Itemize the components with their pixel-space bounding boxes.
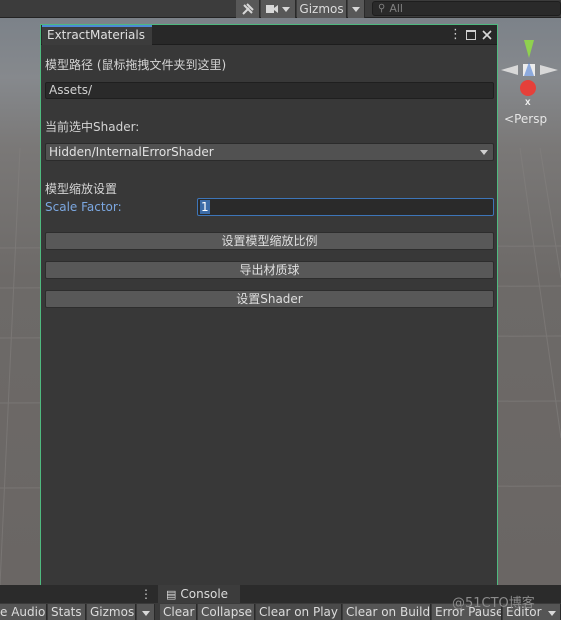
shader-value: Hidden/InternalErrorShader [49, 145, 214, 159]
projection-toggle[interactable]: <Persp [504, 112, 547, 126]
camera-icon [266, 5, 278, 13]
extract-materials-window: ExtractMaterials ⋮ 模型路径 (鼠标拖拽文件夹到这里) Ass… [40, 24, 498, 590]
console-icon: ▤ [166, 588, 177, 601]
y-axis-cone[interactable] [524, 40, 534, 58]
export-materials-button[interactable]: 导出材质球 [45, 261, 494, 279]
neg-x-axis-cone[interactable] [501, 65, 518, 75]
persp-icon: < [504, 112, 515, 126]
gizmos-button[interactable]: Gizmos [297, 0, 347, 18]
scale-factor-label: Scale Factor: [45, 200, 122, 214]
chevron-down-icon [480, 150, 488, 155]
search-input[interactable]: ⚲ All [372, 1, 561, 16]
mute-audio-button[interactable]: e Audio [0, 604, 47, 620]
stats-button[interactable]: Stats [48, 604, 86, 620]
game-gizmos-dropdown[interactable] [137, 604, 155, 620]
camera-dropdown[interactable] [261, 0, 296, 18]
scene-toolbar: Gizmos ⚲ All [0, 0, 561, 18]
scale-factor-value: 1 [200, 200, 210, 214]
persp-label: Persp [514, 112, 548, 126]
shader-label: 当前选中Shader: [45, 120, 140, 134]
x-axis-cone[interactable] [520, 80, 536, 96]
model-path-field[interactable]: Assets/ [45, 82, 494, 99]
console-tab-label: Console [180, 587, 229, 601]
clear-on-build-button[interactable]: Clear on Build [343, 604, 431, 620]
search-icon: ⚲ [378, 3, 386, 14]
search-placeholder: All [389, 2, 403, 15]
chevron-down-icon [282, 6, 290, 12]
watermark: @51CTO博客 [452, 596, 535, 611]
chevron-down-icon [352, 6, 360, 12]
close-icon[interactable] [481, 28, 493, 42]
more-options-icon[interactable]: ⋮ [140, 587, 152, 601]
model-path-label: 模型路径 (鼠标拖拽文件夹到这里) [45, 58, 227, 72]
tools-icon[interactable] [236, 0, 260, 18]
clear-on-play-button[interactable]: Clear on Play [256, 604, 342, 620]
more-options-icon[interactable]: ⋮ [449, 28, 462, 42]
neg-z-axis-cone[interactable] [540, 65, 558, 75]
set-scale-button[interactable]: 设置模型缩放比例 [45, 232, 494, 250]
window-tab-bar: ExtractMaterials ⋮ [41, 25, 497, 45]
gizmos-dropdown[interactable] [348, 0, 365, 18]
game-gizmos-button[interactable]: Gizmos [87, 604, 136, 620]
chevron-down-icon [142, 611, 150, 616]
clear-button[interactable]: Clear [160, 604, 197, 620]
collapse-button[interactable]: Collapse [198, 604, 255, 620]
shader-dropdown[interactable]: Hidden/InternalErrorShader [45, 143, 494, 161]
scale-section-label: 模型缩放设置 [45, 182, 118, 196]
chevron-down-icon [548, 611, 557, 616]
tab-extract-materials[interactable]: ExtractMaterials [42, 25, 152, 45]
scale-factor-input[interactable]: 1 [197, 198, 494, 216]
orientation-gizmo[interactable]: x [498, 36, 561, 108]
maximize-icon[interactable] [465, 28, 477, 42]
tab-console[interactable]: ▤ Console [158, 585, 240, 603]
x-axis-label: x [525, 97, 531, 108]
set-shader-button[interactable]: 设置Shader [45, 290, 494, 308]
